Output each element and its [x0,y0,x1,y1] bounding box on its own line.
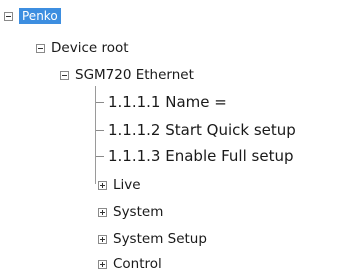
tree-node-label: 1.1.1.3 Enable Full setup [108,147,294,165]
tree-node-label: System Setup [113,231,207,247]
tree-node-system-setup[interactable]: System Setup [98,230,207,248]
tree-node-sgm720-ethernet[interactable]: SGM720 Ethernet [60,66,194,84]
expand-toggle-icon[interactable] [98,234,107,244]
tree-node-label: Control [113,256,162,272]
collapse-toggle-icon[interactable] [36,43,45,53]
tree-node-control[interactable]: Control [98,255,162,273]
tree-leaf-start-quick-setup[interactable]: 1.1.1.2 Start Quick setup [96,121,296,139]
tree-branch-line [96,129,104,131]
collapse-toggle-icon[interactable] [4,11,13,21]
tree-node-label: Device root [51,40,129,56]
tree-leaf-name[interactable]: 1.1.1.1 Name = [96,93,227,111]
expand-toggle-icon[interactable] [98,259,107,269]
tree-node-label: System [113,204,164,220]
tree-node-label: SGM720 Ethernet [75,67,194,83]
tree-leaf-enable-full-setup[interactable]: 1.1.1.3 Enable Full setup [96,147,293,165]
tree-branch-line [96,155,104,157]
tree-node-label: Live [113,177,141,193]
tree-node-system[interactable]: System [98,203,163,221]
tree-node-label: 1.1.1.1 Name = [108,93,227,111]
expand-toggle-icon[interactable] [98,180,107,190]
tree-node-label: 1.1.1.2 Start Quick setup [108,121,296,139]
tree-node-label: Penko [19,8,61,24]
tree-node-penko[interactable]: Penko [4,8,61,24]
collapse-toggle-icon[interactable] [60,70,69,80]
device-tree: Penko Device root SGM720 Ethernet 1.1.1.… [0,0,339,275]
tree-node-device-root[interactable]: Device root [36,39,129,57]
tree-branch-line [96,101,104,103]
tree-node-live[interactable]: Live [98,176,141,194]
expand-toggle-icon[interactable] [98,207,107,217]
